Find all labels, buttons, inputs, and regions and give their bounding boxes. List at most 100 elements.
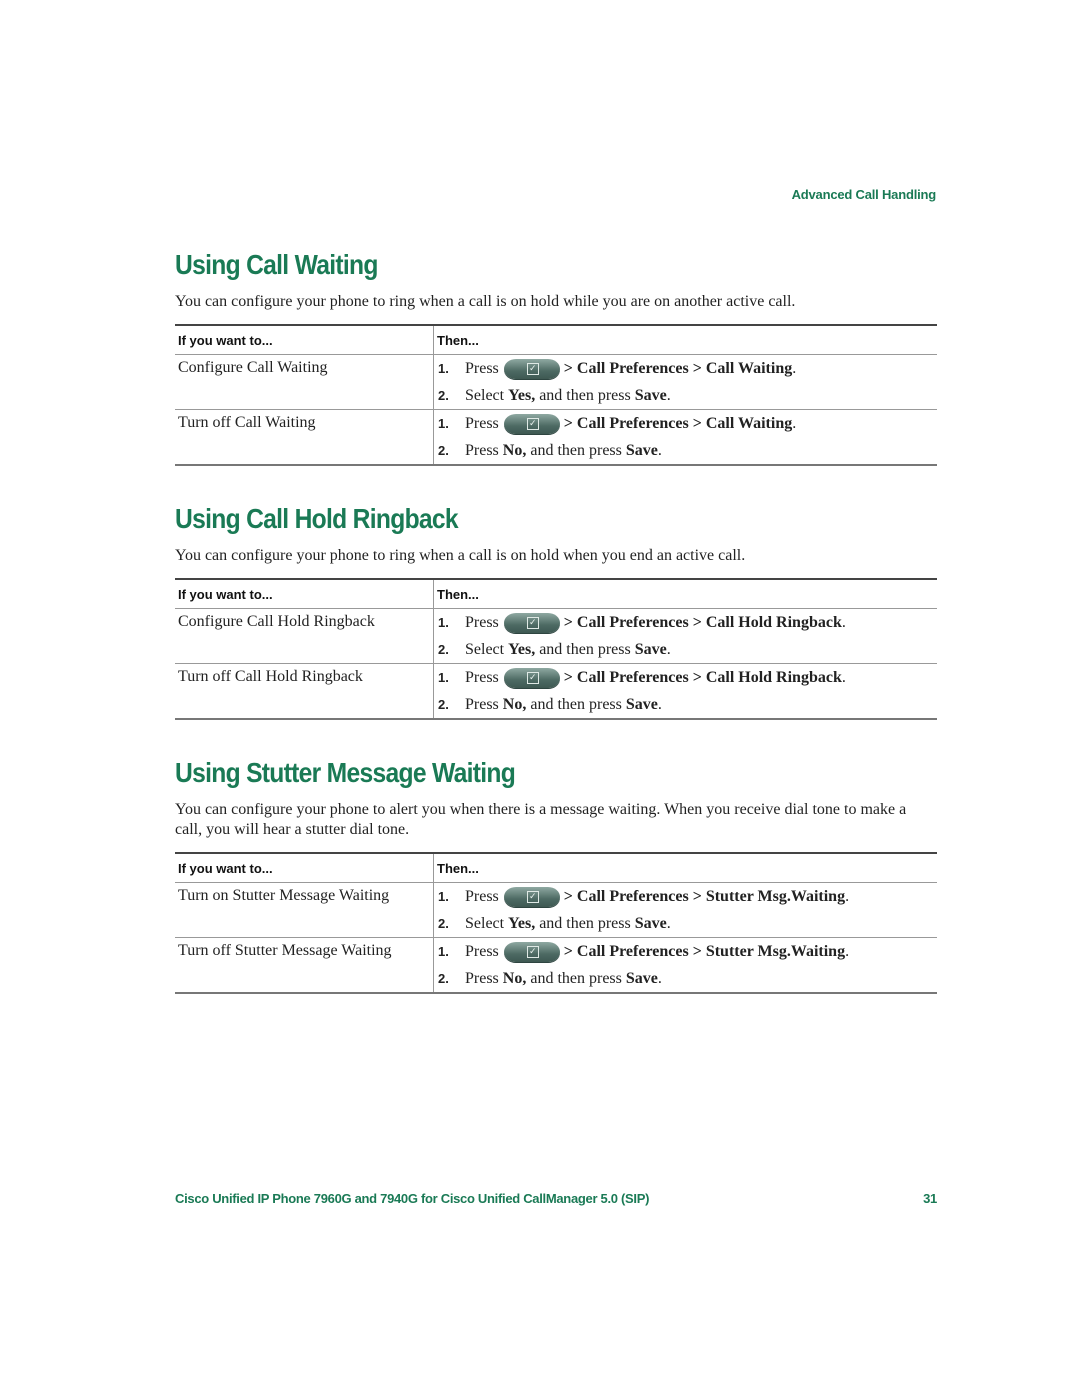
step-text: Press	[465, 441, 499, 459]
page-number: 31	[923, 1191, 937, 1206]
steps-table: If you want to... Then... Turn on Stutte…	[175, 852, 937, 994]
step-text: Select	[465, 640, 505, 658]
header-if-you-want: If you want to...	[175, 325, 434, 355]
task-steps: 1. Press ✓ > Call Preferences > Call Hol…	[433, 663, 937, 719]
table-row: Turn off Stutter Message Waiting 1. Pres…	[175, 937, 937, 993]
table-row: Turn off Call Waiting 1. Press ✓ > Call …	[175, 409, 937, 465]
step-end: .	[657, 969, 662, 987]
settings-check-key-icon: ✓	[503, 886, 560, 907]
step-text: and then press	[539, 914, 631, 932]
step-text: and then press	[530, 695, 622, 713]
menu-path: > Call Preferences > Call Waiting	[563, 414, 793, 432]
step-end: .	[845, 942, 850, 960]
step-number: 1.	[438, 943, 449, 959]
table-row: Configure Call Waiting 1. Press ✓ > Call…	[175, 354, 938, 410]
step-press: Press	[465, 887, 499, 905]
option-save: Save	[634, 914, 667, 932]
step-press: Press	[465, 613, 499, 631]
header-then: Then...	[433, 853, 937, 883]
step-1: 1. Press ✓ > Call Preferences > Call Wai…	[434, 410, 937, 437]
section-intro: You can configure your phone to ring whe…	[175, 547, 746, 564]
step-text: and then press	[539, 386, 631, 404]
step-end: .	[841, 668, 846, 686]
step-text: and then press	[539, 640, 631, 658]
task-steps: 1. Press ✓ > Call Preferences > Call Wai…	[434, 355, 938, 410]
step-1: 1. Press ✓ > Call Preferences > Stutter …	[434, 938, 937, 965]
step-number: 2.	[438, 442, 449, 458]
settings-check-key-icon: ✓	[503, 941, 560, 962]
step-number: 1.	[438, 360, 449, 376]
task-label: Turn on Stutter Message Waiting	[175, 882, 434, 938]
table-row: Configure Call Hold Ringback 1. Press ✓ …	[175, 608, 938, 664]
option-yes: Yes,	[508, 640, 536, 658]
option-no: No,	[502, 969, 527, 987]
step-text: and then press	[530, 969, 622, 987]
task-steps: 1. Press ✓ > Call Preferences > Call Hol…	[434, 609, 938, 664]
header-if-you-want: If you want to...	[175, 579, 434, 609]
step-2: 2. Select Yes, and then press Save.	[434, 636, 937, 663]
step-text: Select	[465, 386, 505, 404]
option-save: Save	[625, 441, 658, 459]
option-save: Save	[634, 640, 667, 658]
step-number: 2.	[438, 970, 449, 986]
step-2: 2. Press No, and then press Save.	[434, 965, 937, 992]
option-no: No,	[502, 695, 527, 713]
header-if-you-want: If you want to...	[175, 853, 434, 883]
step-number: 2.	[438, 915, 449, 931]
step-number: 2.	[438, 696, 449, 712]
step-number: 1.	[438, 415, 449, 431]
header-then: Then...	[433, 579, 937, 609]
settings-check-key-icon: ✓	[503, 667, 560, 688]
step-number: 2.	[438, 641, 449, 657]
option-save: Save	[625, 695, 658, 713]
section-call-waiting: Using Call Waiting You can configure you…	[175, 248, 937, 466]
option-save: Save	[625, 969, 658, 987]
step-number: 1.	[438, 614, 449, 630]
step-end: .	[657, 441, 662, 459]
menu-path: > Call Preferences > Call Hold Ringback	[563, 613, 842, 631]
menu-path: > Call Preferences > Call Hold Ringback	[563, 668, 842, 686]
steps-table: If you want to... Then... Configure Call…	[175, 324, 937, 466]
option-save: Save	[634, 386, 667, 404]
step-2: 2. Press No, and then press Save.	[434, 437, 937, 464]
step-press: Press	[465, 942, 499, 960]
section-title: Using Call Hold Ringback	[175, 503, 459, 534]
option-yes: Yes,	[508, 386, 536, 404]
running-head: Advanced Call Handling	[791, 187, 937, 202]
steps-table: If you want to... Then... Configure Call…	[175, 578, 937, 720]
task-steps: 1. Press ✓ > Call Preferences > Stutter …	[434, 883, 938, 938]
task-steps: 1. Press ✓ > Call Preferences > Call Wai…	[433, 409, 937, 465]
step-end: .	[792, 359, 797, 377]
step-end: .	[666, 914, 671, 932]
step-text: and then press	[530, 441, 622, 459]
step-1: 1. Press ✓ > Call Preferences > Call Hol…	[434, 664, 937, 691]
task-steps: 1. Press ✓ > Call Preferences > Stutter …	[433, 937, 937, 993]
step-end: .	[845, 887, 850, 905]
table-row: Turn off Call Hold Ringback 1. Press ✓ >…	[175, 663, 937, 719]
settings-check-key-icon: ✓	[503, 358, 560, 379]
section-title: Using Stutter Message Waiting	[175, 757, 516, 788]
footer-title: Cisco Unified IP Phone 7960G and 7940G f…	[175, 1191, 650, 1206]
page-footer: Cisco Unified IP Phone 7960G and 7940G f…	[175, 1191, 937, 1206]
section-stutter-message-waiting: Using Stutter Message Waiting You can co…	[175, 756, 937, 994]
step-end: .	[657, 695, 662, 713]
step-1: 1. Press ✓ > Call Preferences > Call Wai…	[434, 355, 937, 382]
header-then: Then...	[433, 325, 937, 355]
task-label: Turn off Call Hold Ringback	[175, 663, 434, 719]
step-2: 2. Press No, and then press Save.	[434, 691, 937, 718]
section-call-hold-ringback: Using Call Hold Ringback You can configu…	[175, 502, 937, 720]
task-label: Configure Call Waiting	[175, 354, 434, 410]
section-intro: You can configure your phone to ring whe…	[175, 293, 796, 310]
menu-path: > Call Preferences > Stutter Msg.Waiting	[563, 887, 846, 905]
task-label: Turn off Stutter Message Waiting	[175, 937, 434, 993]
table-row: Turn on Stutter Message Waiting 1. Press…	[175, 882, 938, 938]
step-press: Press	[465, 414, 499, 432]
step-end: .	[792, 414, 797, 432]
menu-path: > Call Preferences > Stutter Msg.Waiting	[563, 942, 846, 960]
step-1: 1. Press ✓ > Call Preferences > Stutter …	[434, 883, 937, 910]
step-number: 1.	[438, 669, 449, 685]
step-press: Press	[465, 359, 499, 377]
step-text: Select	[465, 914, 505, 932]
step-2: 2. Select Yes, and then press Save.	[434, 910, 937, 937]
settings-check-key-icon: ✓	[503, 413, 560, 434]
